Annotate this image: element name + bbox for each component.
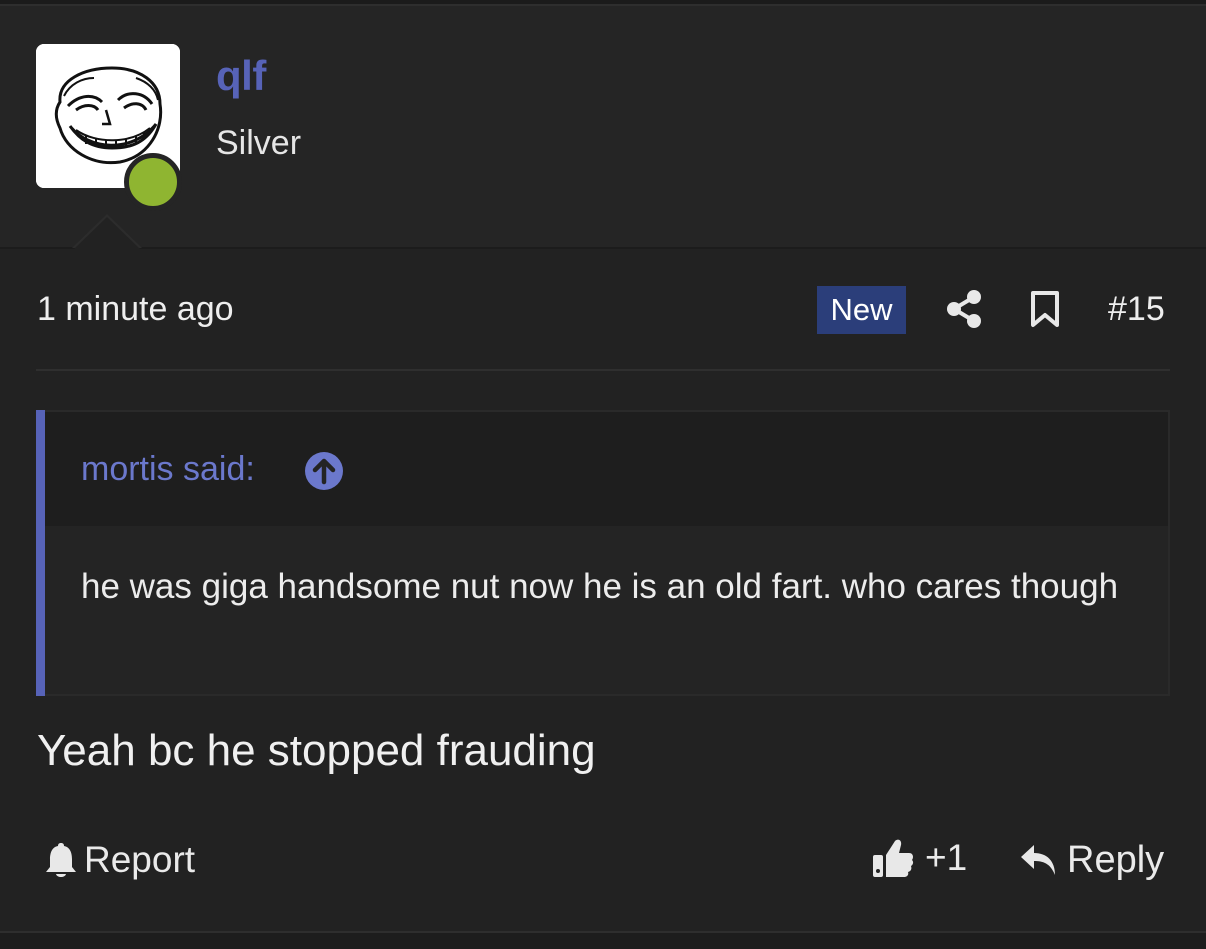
- reply-arrow-icon: [1021, 845, 1055, 875]
- report-button[interactable]: Report: [44, 838, 195, 882]
- share-icon[interactable]: [946, 289, 982, 329]
- user-title: Silver: [216, 124, 302, 162]
- quote-text: he was giga handsome nut now he is an ol…: [81, 567, 1119, 606]
- quote-author[interactable]: mortis said:: [81, 450, 255, 489]
- new-badge: New: [817, 286, 906, 334]
- bookmark-icon[interactable]: [1029, 290, 1061, 328]
- post-timestamp[interactable]: 1 minute ago: [37, 290, 234, 329]
- online-status-indicator: [124, 153, 182, 211]
- quote-accent-bar: [36, 410, 45, 696]
- post-message: Yeah bc he stopped frauding: [37, 726, 596, 775]
- username-link[interactable]: qlf: [216, 52, 266, 100]
- post-divider: [36, 369, 1170, 371]
- arrow-up-circle-icon[interactable]: [304, 451, 344, 491]
- bell-icon: [46, 843, 76, 877]
- reply-button[interactable]: Reply: [1019, 838, 1164, 882]
- bottom-divider: [0, 931, 1206, 949]
- header-notch: [74, 217, 140, 249]
- report-label: Report: [84, 839, 196, 880]
- user-header: [0, 6, 1206, 249]
- reply-label: Reply: [1067, 838, 1165, 881]
- post-number-link[interactable]: #15: [1108, 290, 1165, 329]
- reaction-count[interactable]: +1: [925, 837, 967, 879]
- thumbs-up-icon: [873, 839, 914, 877]
- like-button[interactable]: +1: [871, 836, 967, 880]
